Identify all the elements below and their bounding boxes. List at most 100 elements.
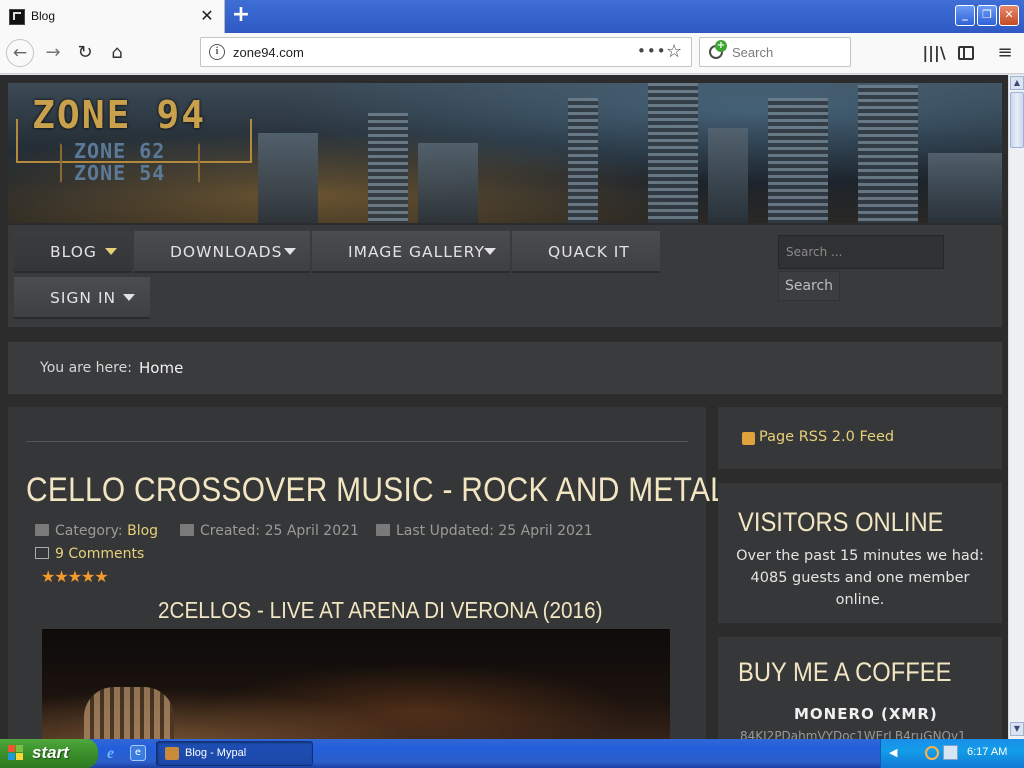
- site-search-button[interactable]: Search: [778, 271, 840, 301]
- banner-building: [368, 113, 408, 223]
- windows-flag-icon: [8, 745, 25, 762]
- system-tray: ◀ 6:17 AM: [880, 739, 1024, 768]
- monero-address[interactable]: 84KI2PDahmVYDoc1WErLB4ruGNQv1: [740, 729, 1002, 739]
- banner-building: [708, 128, 748, 223]
- network-icon[interactable]: [943, 745, 958, 760]
- monero-title: MONERO (XMR): [794, 705, 938, 723]
- menu-label: IMAGE GALLERY: [348, 243, 485, 261]
- new-tab-button[interactable]: +: [229, 4, 253, 28]
- logo-subtitle-2: ZONE 54: [74, 161, 166, 185]
- rss-icon: [742, 432, 755, 445]
- page-viewport: ZONE 94 ZONE 62 ZONE 54 BLOG DOWNLOADS I…: [0, 75, 1008, 739]
- window-minimize-button[interactable]: _: [955, 5, 975, 26]
- back-icon[interactable]: ←: [6, 39, 34, 67]
- mypal-app-icon: [165, 747, 179, 760]
- hamburger-menu-icon[interactable]: ≡: [993, 41, 1017, 65]
- dropdown-caret-icon: [284, 248, 296, 255]
- article-title[interactable]: CELLO CROSSOVER MUSIC - ROCK AND METAL: [26, 471, 727, 510]
- clock: 6:17 AM: [967, 746, 1008, 758]
- scroll-down-arrow-icon[interactable]: ▼: [1010, 722, 1024, 736]
- url-bar[interactable]: i zone94.com ••• ☆: [200, 37, 692, 67]
- volume-icon[interactable]: ◀: [889, 747, 901, 759]
- menu-label: QUACK IT: [548, 243, 630, 261]
- menu-item-blog[interactable]: BLOG: [14, 231, 132, 273]
- start-label: start: [32, 743, 69, 762]
- menu-label: SIGN IN: [50, 289, 117, 307]
- internet-explorer-icon[interactable]: e: [107, 745, 124, 762]
- site-favicon-icon: [9, 9, 25, 25]
- tab-title: Blog: [31, 9, 56, 23]
- browser-quicklaunch-icon[interactable]: e: [130, 745, 146, 761]
- browser-search-placeholder[interactable]: Search: [732, 45, 773, 60]
- breadcrumb-home: Home: [139, 359, 184, 377]
- navigation-toolbar: ← → ↻ ⌂ i zone94.com ••• ☆ Search |||\ ≡: [0, 33, 1024, 74]
- site-search-input[interactable]: Search ...: [778, 235, 944, 269]
- vertical-scrollbar[interactable]: ▲ ▼: [1008, 75, 1024, 739]
- start-button[interactable]: start: [0, 739, 98, 768]
- scroll-thumb[interactable]: [1010, 92, 1024, 148]
- rss-module: Page RSS 2.0 Feed: [718, 407, 1002, 469]
- taskbar-window-title: Blog - Mypal: [185, 747, 247, 759]
- site-logo[interactable]: ZONE 94: [32, 93, 206, 137]
- browser-search-box[interactable]: Search: [699, 37, 851, 67]
- coffee-title: BUY ME A COFFEE: [738, 657, 952, 687]
- tab-close-icon[interactable]: ✕: [199, 7, 215, 25]
- breadcrumb: You are here: Home: [8, 342, 1002, 394]
- menu-label: DOWNLOADS: [170, 243, 283, 261]
- banner-building: [768, 98, 828, 223]
- category-link[interactable]: Blog: [127, 523, 158, 539]
- folder-icon: [35, 524, 49, 536]
- menu-item-image-gallery[interactable]: IMAGE GALLERY: [312, 231, 510, 273]
- breadcrumb-label: You are here:: [40, 360, 132, 376]
- menu-item-quack-it[interactable]: QUACK IT: [512, 231, 660, 273]
- banner-building: [258, 133, 318, 223]
- tab-blog[interactable]: Blog ✕: [0, 0, 225, 34]
- banner-building: [928, 153, 1002, 223]
- banner-building: [858, 85, 918, 223]
- url-text[interactable]: zone94.com: [233, 45, 304, 60]
- dropdown-caret-icon: [484, 248, 496, 255]
- rss-feed-link[interactable]: Page RSS 2.0 Feed: [759, 429, 894, 445]
- bookmark-star-icon[interactable]: ☆: [666, 41, 682, 62]
- article-column: CELLO CROSSOVER MUSIC - ROCK AND METAL C…: [8, 407, 727, 739]
- article-updated: Last Updated: 25 April 2021: [376, 523, 593, 539]
- taskbar: start e e Blog - Mypal ◀ 6:17 AM: [0, 739, 1024, 768]
- comments-link[interactable]: 9 Comments: [35, 546, 144, 562]
- menu-item-sign-in[interactable]: SIGN IN: [14, 277, 150, 319]
- menu-item-downloads[interactable]: DOWNLOADS: [134, 231, 310, 273]
- calendar-icon: [376, 524, 390, 536]
- tray-search-icon[interactable]: [925, 746, 939, 760]
- video-embed[interactable]: [42, 629, 670, 739]
- category-label: Category:: [55, 523, 123, 539]
- visitors-module: VISITORS ONLINE Over the past 15 minutes…: [718, 483, 1002, 623]
- video-title: 2CELLOS - LIVE AT ARENA DI VERONA (2016): [158, 597, 603, 623]
- comments-count: 9 Comments: [55, 546, 145, 562]
- sidebar-toggle-icon[interactable]: [954, 41, 978, 65]
- home-icon[interactable]: ⌂: [105, 41, 129, 65]
- reload-icon[interactable]: ↻: [73, 41, 97, 65]
- article-created: Created: 25 April 2021: [180, 523, 359, 539]
- page-actions-icon[interactable]: •••: [637, 42, 667, 60]
- star-rating[interactable]: ★★★★★: [41, 567, 109, 586]
- search-engine-icon[interactable]: [709, 40, 727, 59]
- article-category: Category: Blog: [35, 523, 158, 539]
- comment-icon: [35, 547, 49, 559]
- divider: [26, 441, 688, 442]
- video-thumbnail-arena: [84, 687, 174, 739]
- menu-label: BLOG: [50, 243, 97, 261]
- created-date: Created: 25 April 2021: [200, 523, 359, 539]
- window-maximize-button[interactable]: ❐: [977, 5, 997, 26]
- site-banner[interactable]: ZONE 94 ZONE 62 ZONE 54: [8, 83, 1002, 223]
- main-menu: BLOG DOWNLOADS IMAGE GALLERY QUACK IT SI…: [8, 225, 1002, 327]
- visitors-title: VISITORS ONLINE: [738, 507, 944, 537]
- dropdown-caret-icon: [105, 248, 117, 255]
- coffee-module: BUY ME A COFFEE MONERO (XMR) 84KI2PDahmV…: [718, 637, 1002, 739]
- site-info-icon[interactable]: i: [209, 44, 225, 60]
- forward-icon[interactable]: →: [41, 41, 65, 65]
- library-icon[interactable]: |||\: [922, 41, 946, 65]
- taskbar-window-blog-mypal[interactable]: Blog - Mypal: [156, 741, 313, 766]
- window-close-button[interactable]: ✕: [999, 5, 1019, 26]
- banner-building: [648, 83, 698, 223]
- banner-building: [418, 143, 478, 223]
- scroll-up-arrow-icon[interactable]: ▲: [1010, 76, 1024, 90]
